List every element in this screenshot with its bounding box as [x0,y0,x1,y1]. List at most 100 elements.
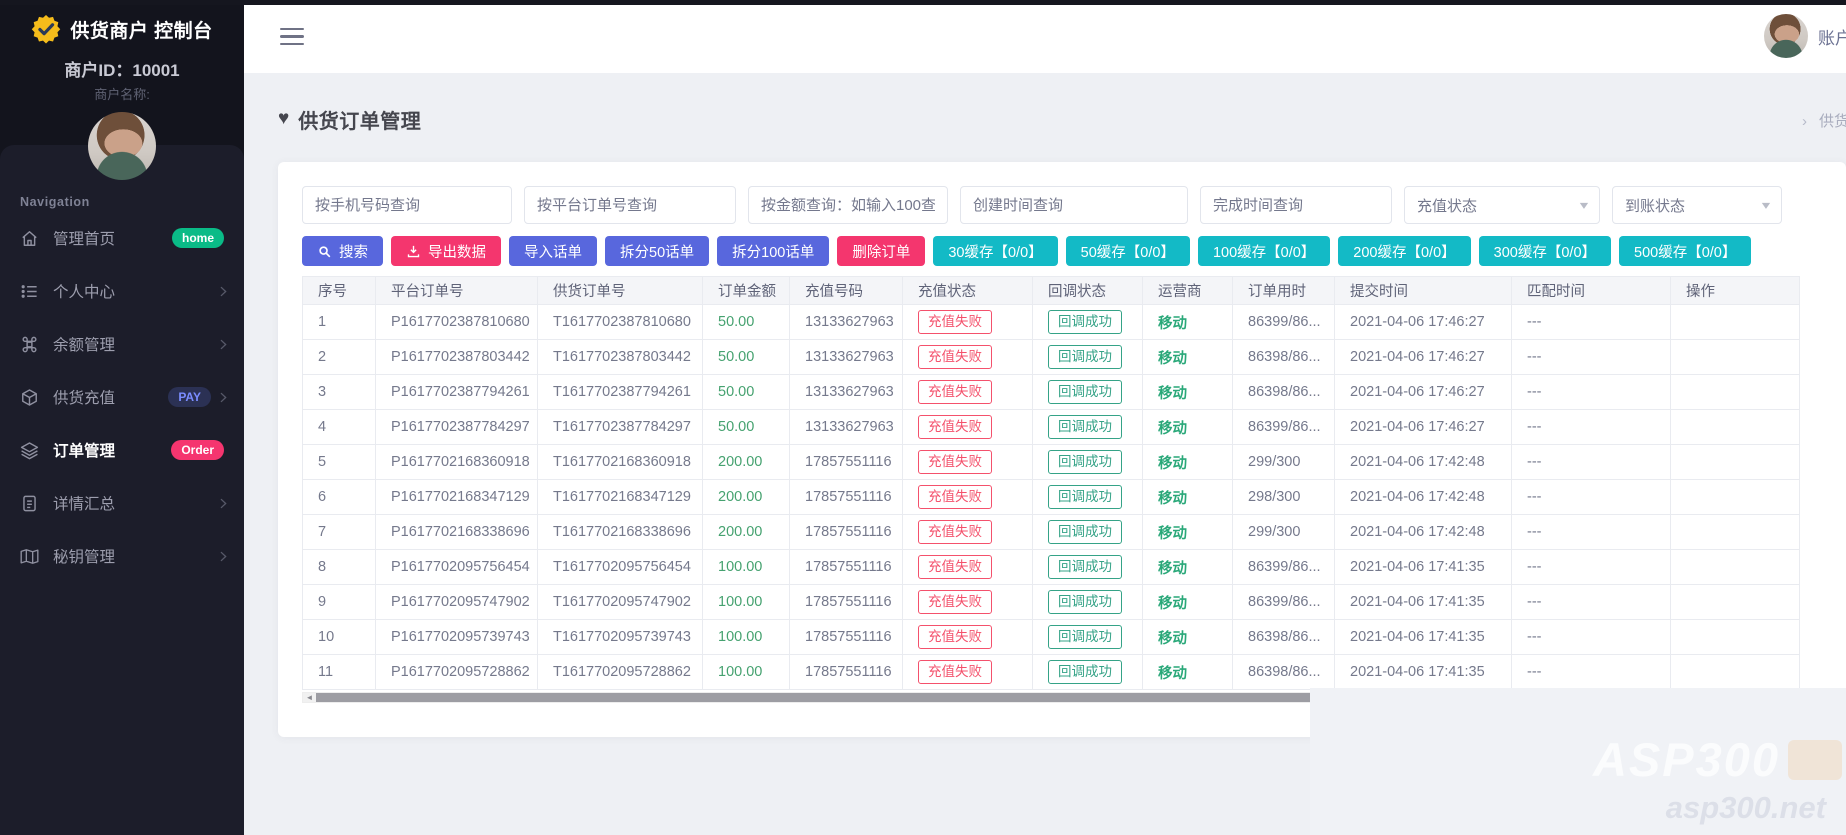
cell-phone: 13133627963 [789,409,903,445]
cell-platform-order: P1617702387784297 [375,409,538,445]
cell-platform-order: P1617702168347129 [375,479,538,515]
sidebar-nav-item[interactable]: 订单管理 Order [0,427,244,473]
cell-duration: 86399/86... [1232,549,1335,585]
recharge-status-badge: 充值失败 [918,484,992,510]
table-row[interactable]: 6 P1617702168347129 T1617702168347129 20… [302,479,1800,515]
table-row[interactable]: 5 P1617702168360918 T1617702168360918 20… [302,444,1800,480]
col-amount: 订单金额 [702,276,790,305]
table-row[interactable]: 3 P1617702387794261 T1617702387794261 50… [302,374,1800,410]
scroll-left-icon[interactable]: ◄ [303,693,316,702]
cell-amount: 50.00 [702,409,790,445]
action-button[interactable]: 30缓存【0/0】 [933,236,1058,266]
chevron-right-icon [217,338,230,351]
action-button[interactable]: 导出数据 [391,236,501,266]
cell-amount: 50.00 [702,374,790,410]
action-button[interactable]: 拆分50话单 [605,236,710,266]
cell-supply-order: T1617702387794261 [537,374,703,410]
cell-carrier: 移动 [1142,304,1233,340]
cell-recharge-status: 充值失败 [902,304,1033,340]
button-label: 导入话单 [524,244,582,261]
cell-duration: 86399/86... [1232,304,1335,340]
col-duration: 订单用时 [1232,276,1335,305]
button-label: 100缓存【0/0】 [1212,244,1316,261]
account-menu[interactable]: 账户 [1764,14,1846,58]
cell-match-time: --- [1511,304,1671,340]
platform-order-input[interactable] [524,186,736,224]
col-actions: 操作 [1670,276,1800,305]
cell-phone: 17857551116 [789,619,903,655]
create-time-input[interactable] [960,186,1188,224]
brand[interactable]: 供货商户 控制台 [0,14,244,44]
cell-recharge-status: 充值失败 [902,479,1033,515]
table-row[interactable]: 10 P1617702095739743 T1617702095739743 1… [302,619,1800,655]
filter-bar: 充值状态 ▾ 到账状态 ▾ [302,186,1782,224]
breadcrumb-item[interactable]: 供货订单管理 [1819,113,1846,130]
table-row[interactable]: 4 P1617702387784297 T1617702387784297 50… [302,409,1800,445]
cell-submit-time: 2021-04-06 17:42:48 [1334,514,1512,550]
sidebar-nav-item[interactable]: 供货充值 PAY [0,374,244,420]
action-button[interactable]: 导入话单 [509,236,597,266]
cell-actions [1670,409,1800,445]
cell-supply-order: T1617702095747902 [537,584,703,620]
cell-supply-order: T1617702387810680 [537,304,703,340]
cell-phone: 13133627963 [789,304,903,340]
table-row[interactable]: 9 P1617702095747902 T1617702095747902 10… [302,584,1800,620]
action-button[interactable]: 300缓存【0/0】 [1478,236,1612,266]
button-label: 50缓存【0/0】 [1080,244,1175,261]
account-avatar[interactable] [1764,14,1808,58]
merchant-avatar[interactable] [88,112,156,180]
cell-index: 9 [302,584,376,620]
action-button[interactable]: 50缓存【0/0】 [1065,236,1190,266]
menu-toggle-icon[interactable] [280,28,304,45]
cell-carrier: 移动 [1142,549,1233,585]
nav-item-badge: home [171,228,224,248]
action-button[interactable]: 100缓存【0/0】 [1197,236,1331,266]
cell-recharge-status: 充值失败 [902,374,1033,410]
sidebar-nav-item[interactable]: 详情汇总 [0,480,244,526]
recharge-status-select[interactable]: 充值状态 ▾ [1404,186,1600,224]
cell-submit-time: 2021-04-06 17:41:35 [1334,549,1512,585]
sidebar-nav-item[interactable]: 余额管理 [0,321,244,367]
sidebar-nav-item[interactable]: 管理首页 home [0,215,244,261]
cell-duration: 299/300 [1232,514,1335,550]
sidebar-nav-item[interactable]: 个人中心 [0,268,244,314]
phone-search-input[interactable] [302,186,512,224]
cell-phone: 17857551116 [789,479,903,515]
cell-actions [1670,304,1800,340]
cell-recharge-status: 充值失败 [902,339,1033,375]
col-submit-time: 提交时间 [1334,276,1512,305]
cell-phone: 13133627963 [789,339,903,375]
breadcrumb[interactable]: › 供货订单管理 [1802,110,1846,131]
arrival-status-select[interactable]: 到账状态 ▾ [1612,186,1782,224]
orders-card: 充值状态 ▾ 到账状态 ▾ 搜索 导出数据 导入话单 [278,162,1846,737]
action-button[interactable]: 200缓存【0/0】 [1338,236,1471,266]
button-label: 200缓存【0/0】 [1353,244,1456,261]
table-row[interactable]: 7 P1617702168338696 T1617702168338696 20… [302,514,1800,550]
cell-carrier: 移动 [1142,339,1233,375]
cell-carrier: 移动 [1142,374,1233,410]
sidebar-nav-item[interactable]: 秘钥管理 [0,533,244,579]
table-row[interactable]: 1 P1617702387810680 T1617702387810680 50… [302,304,1800,340]
finish-time-input[interactable] [1200,186,1392,224]
table-row[interactable]: 2 P1617702387803442 T1617702387803442 50… [302,339,1800,375]
amount-search-input[interactable] [748,186,948,224]
page-header: ♥ 供货订单管理 [278,104,421,134]
action-button[interactable]: 拆分100话单 [717,236,830,266]
window-top-edge [0,0,1846,5]
cell-duration: 86398/86... [1232,619,1335,655]
cell-phone: 17857551116 [789,654,903,690]
cell-actions [1670,619,1800,655]
cell-submit-time: 2021-04-06 17:41:35 [1334,619,1512,655]
cell-callback-status: 回调成功 [1032,619,1143,655]
action-button[interactable]: 搜索 [302,236,383,266]
chevron-right-icon [217,550,230,563]
table-row[interactable]: 8 P1617702095756454 T1617702095756454 10… [302,549,1800,585]
table-row[interactable]: 11 P1617702095728862 T1617702095728862 1… [302,654,1800,690]
sidebar-nav: 管理首页 home 个人中心 余额管理 供货充值 PAY 订单管理 Order … [0,215,244,586]
cell-supply-order: T1617702095756454 [537,549,703,585]
cell-match-time: --- [1511,479,1671,515]
action-button[interactable]: 500缓存【0/0】 [1619,236,1752,266]
cell-callback-status: 回调成功 [1032,304,1143,340]
action-button[interactable]: 删除订单 [837,236,926,266]
cell-recharge-status: 充值失败 [902,444,1033,480]
